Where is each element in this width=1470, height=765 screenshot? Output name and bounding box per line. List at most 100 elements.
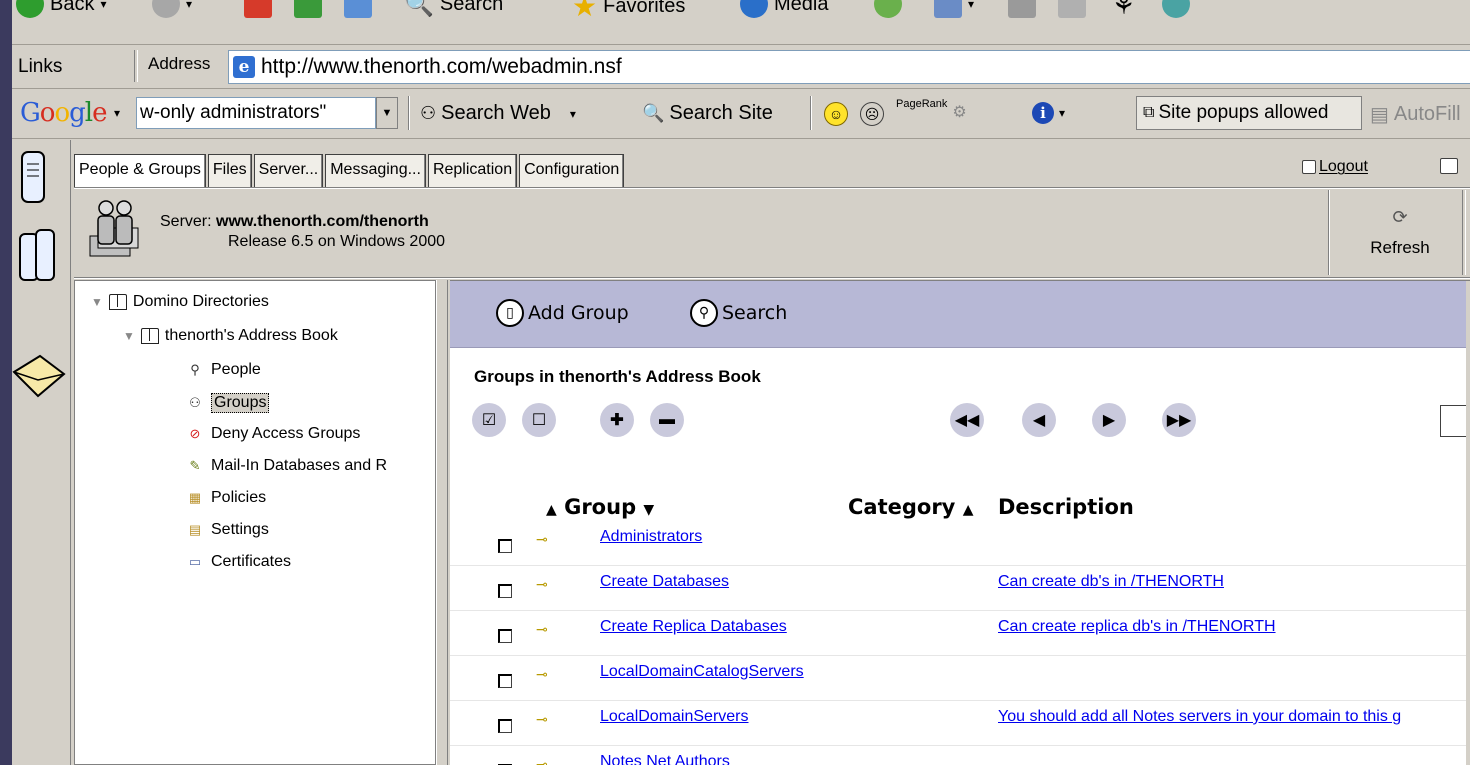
sort-descending-icon[interactable]: ▼	[643, 502, 654, 518]
page-info-button[interactable]: i ▾	[1032, 102, 1065, 124]
expand-icon: ✚	[610, 412, 624, 429]
chevron-down-icon[interactable]: ▾	[570, 107, 576, 121]
row-checkbox[interactable]	[498, 539, 512, 553]
pane-splitter[interactable]	[436, 280, 448, 765]
links-label[interactable]: Links	[18, 56, 62, 78]
group-description-link[interactable]: Can create db's in /THENORTH	[998, 573, 1224, 591]
book-icon	[140, 328, 159, 344]
search-site-button[interactable]: 🔍 Search Site	[642, 102, 773, 125]
print-button[interactable]	[1008, 0, 1036, 18]
vote-bad-button[interactable]: ☹	[860, 102, 884, 126]
logout-button[interactable]: Logout	[1302, 158, 1368, 176]
group-description-link[interactable]: Can create replica db's in /THENORTH	[998, 618, 1276, 636]
group-name-link[interactable]: Create Databases	[600, 573, 729, 591]
search-web-button[interactable]: ⚇ Search Web ▾	[420, 102, 576, 125]
messenger-button[interactable]: ⚘	[1112, 0, 1135, 21]
checked-box-icon: ☑	[481, 412, 497, 429]
group-description-link[interactable]: You should add all Notes servers in your…	[998, 708, 1401, 726]
tree-item-policies[interactable]: ▦ Policies	[185, 489, 266, 507]
row-checkbox[interactable]	[498, 629, 512, 643]
back-button[interactable]: Back ▾	[16, 0, 107, 18]
server-icon[interactable]	[18, 150, 48, 209]
column-header-group[interactable]: ▲ Group ▼	[546, 495, 654, 519]
google-menu-chevron-icon[interactable]: ▾	[114, 106, 120, 120]
pagerank-icon: ⚙	[952, 104, 967, 121]
tree-node-domino-directories[interactable]: ▼ Domino Directories	[91, 293, 269, 311]
sort-ascending-icon[interactable]: ▲	[963, 502, 974, 518]
add-group-button[interactable]: ▯ Add Group	[496, 299, 629, 327]
first-page-button[interactable]: ◀◀	[950, 403, 984, 437]
expand-triangle-icon[interactable]: ▼	[123, 329, 135, 343]
group-name-link[interactable]: LocalDomainServers	[600, 708, 749, 726]
toolbar-separator	[810, 96, 812, 130]
row-checkbox[interactable]	[498, 584, 512, 598]
next-page-button[interactable]: ▶	[1092, 403, 1126, 437]
history-icon	[874, 0, 902, 18]
refresh-button[interactable]: ⟳ Refresh	[1328, 190, 1470, 275]
tree-item-groups[interactable]: ⚇ Groups	[185, 393, 270, 413]
view-search-button[interactable]: ⚲ Search	[690, 299, 787, 327]
row-checkbox[interactable]	[498, 719, 512, 733]
favorites-button[interactable]: ★ Favorites	[572, 0, 685, 23]
tab-configuration[interactable]: Configuration	[519, 154, 625, 187]
mail-button[interactable]: ▾	[934, 0, 974, 18]
server-info: Server: www.thenorth.com/thenorth Releas…	[160, 212, 445, 252]
policies-icon: ▦	[188, 490, 202, 505]
address-input[interactable]: e http://www.thenorth.com/webadmin.nsf	[228, 50, 1470, 84]
back-arrow-icon	[16, 0, 44, 18]
tree-item-deny[interactable]: ⊘ Deny Access Groups	[185, 425, 361, 443]
servers-icon[interactable]	[18, 228, 58, 289]
collapse-all-button[interactable]: ▬	[650, 403, 684, 437]
address-value[interactable]: http://www.thenorth.com/webadmin.nsf	[261, 55, 622, 79]
tree-node-address-book[interactable]: ▼ thenorth's Address Book	[123, 327, 338, 345]
help-button[interactable]	[1440, 158, 1458, 174]
group-name-link[interactable]: LocalDomainCatalogServers	[600, 663, 804, 681]
column-header-description[interactable]: Description	[998, 495, 1134, 519]
tab-people-groups[interactable]: People & Groups	[74, 154, 206, 187]
google-history-dropdown[interactable]: ▼	[376, 97, 398, 129]
edit-button[interactable]	[1058, 0, 1086, 18]
google-toolbar: Google ▾ w-only administrators" ▼ ⚇ Sear…	[12, 90, 1470, 139]
row-checkbox[interactable]	[498, 674, 512, 688]
search-toolbar-button[interactable]: 🔍 Search	[404, 0, 503, 19]
view-search-label: Search	[722, 302, 788, 324]
scrollbar-edge[interactable]	[1466, 281, 1470, 765]
autofill-button[interactable]: ▤ AutoFill	[1370, 102, 1461, 127]
home-button[interactable]	[344, 0, 372, 18]
vote-good-button[interactable]: ☺	[824, 102, 848, 126]
frowny-icon: ☹	[860, 102, 884, 126]
group-name-link[interactable]: Create Replica Databases	[600, 618, 787, 636]
toolbar-separator	[408, 96, 410, 130]
forward-button[interactable]: ▾	[152, 0, 192, 18]
tree-item-people[interactable]: ⚲ People	[185, 361, 261, 379]
popup-blocker-button[interactable]: ⧉ Site popups allowed	[1136, 96, 1362, 130]
discuss-icon	[1162, 0, 1190, 18]
select-all-button[interactable]: ☑	[472, 403, 506, 437]
expand-triangle-icon[interactable]: ▼	[91, 295, 103, 309]
mail-envelope-icon[interactable]	[12, 352, 66, 405]
refresh-browser-button[interactable]	[294, 0, 322, 18]
tab-files[interactable]: Files	[207, 154, 252, 187]
column-header-category[interactable]: Category ▲	[848, 495, 973, 519]
deselect-all-button[interactable]: ☐	[522, 403, 556, 437]
google-search-input[interactable]: w-only administrators"	[136, 97, 376, 129]
tab-messaging[interactable]: Messaging...	[325, 154, 426, 187]
media-button[interactable]: Media	[740, 0, 828, 18]
discuss-button[interactable]	[1162, 0, 1190, 18]
divider	[74, 277, 1470, 279]
previous-page-button[interactable]: ◀	[1022, 403, 1056, 437]
tab-replication[interactable]: Replication	[427, 154, 518, 187]
group-name-link[interactable]: Notes Net Authors	[600, 753, 730, 765]
group-name-link[interactable]: Administrators	[600, 528, 702, 546]
tab-server[interactable]: Server...	[253, 154, 324, 187]
stop-button[interactable]	[244, 0, 272, 18]
google-query-text: w-only administrators"	[140, 102, 327, 123]
expand-all-button[interactable]: ✚	[600, 403, 634, 437]
history-button[interactable]	[874, 0, 902, 18]
tree-item-certificates[interactable]: ▭ Certificates	[185, 553, 291, 571]
tree-item-mailin[interactable]: ✎ Mail-In Databases and R	[185, 457, 388, 475]
tree-item-settings[interactable]: ▤ Settings	[185, 521, 269, 539]
last-page-button[interactable]: ▶▶	[1162, 403, 1196, 437]
sort-ascending-icon[interactable]: ▲	[546, 502, 557, 518]
google-logo[interactable]: Google	[20, 98, 107, 128]
